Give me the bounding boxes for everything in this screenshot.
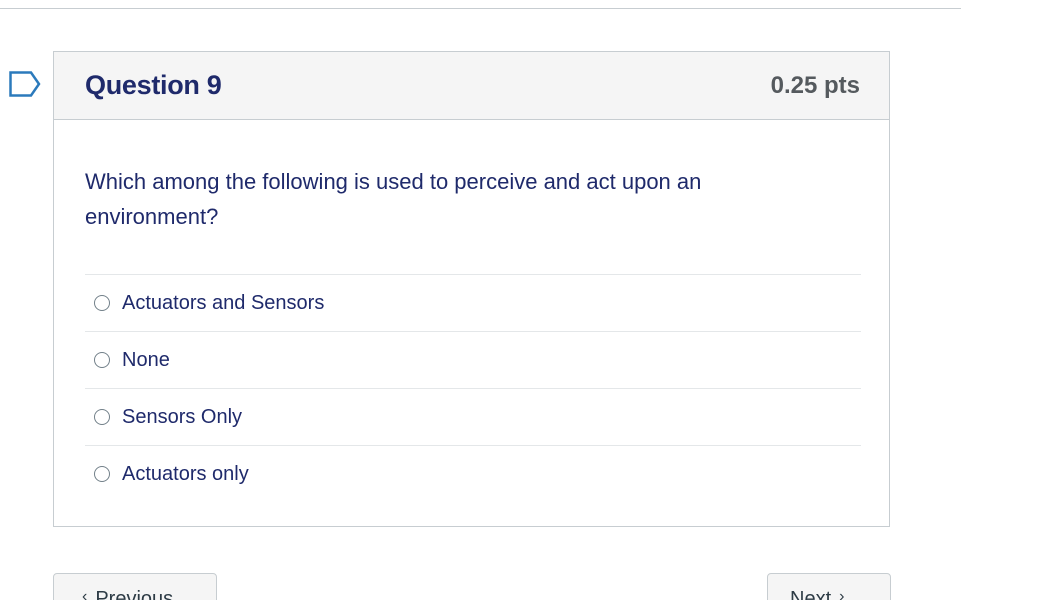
quiz-page: Question 9 0.25 pts Which among the foll… <box>0 0 1048 600</box>
answer-option[interactable]: None <box>85 332 861 389</box>
next-button-label: Next <box>790 588 832 600</box>
answer-list: Actuators and Sensors None Sensors Only … <box>85 274 861 502</box>
answer-label: Sensors Only <box>122 405 243 428</box>
previous-button-label: Previous <box>95 588 174 600</box>
radio-icon[interactable] <box>94 352 110 368</box>
next-button[interactable]: Next › <box>767 573 891 600</box>
question-points: 0.25 pts <box>770 71 860 99</box>
radio-icon[interactable] <box>94 409 110 425</box>
answer-option[interactable]: Actuators and Sensors <box>85 275 861 332</box>
previous-button[interactable]: ‹ Previous <box>53 573 217 600</box>
question-body: Which among the following is used to per… <box>54 120 889 502</box>
radio-icon[interactable] <box>94 295 110 311</box>
question-header: Question 9 0.25 pts <box>54 52 889 120</box>
chevron-right-icon: › <box>839 588 845 600</box>
question-text: Which among the following is used to per… <box>85 169 702 229</box>
answer-label: Actuators and Sensors <box>122 291 325 314</box>
answer-label: Actuators only <box>122 462 249 485</box>
top-divider <box>0 8 961 9</box>
answer-option[interactable]: Actuators only <box>85 446 861 502</box>
answer-label: None <box>122 348 170 371</box>
chevron-left-icon: ‹ <box>82 588 88 600</box>
question-card: Question 9 0.25 pts Which among the foll… <box>53 51 890 527</box>
radio-icon[interactable] <box>94 466 110 482</box>
flag-question-icon[interactable] <box>9 71 41 97</box>
question-title: Question 9 <box>85 70 222 100</box>
answer-option[interactable]: Sensors Only <box>85 389 861 446</box>
